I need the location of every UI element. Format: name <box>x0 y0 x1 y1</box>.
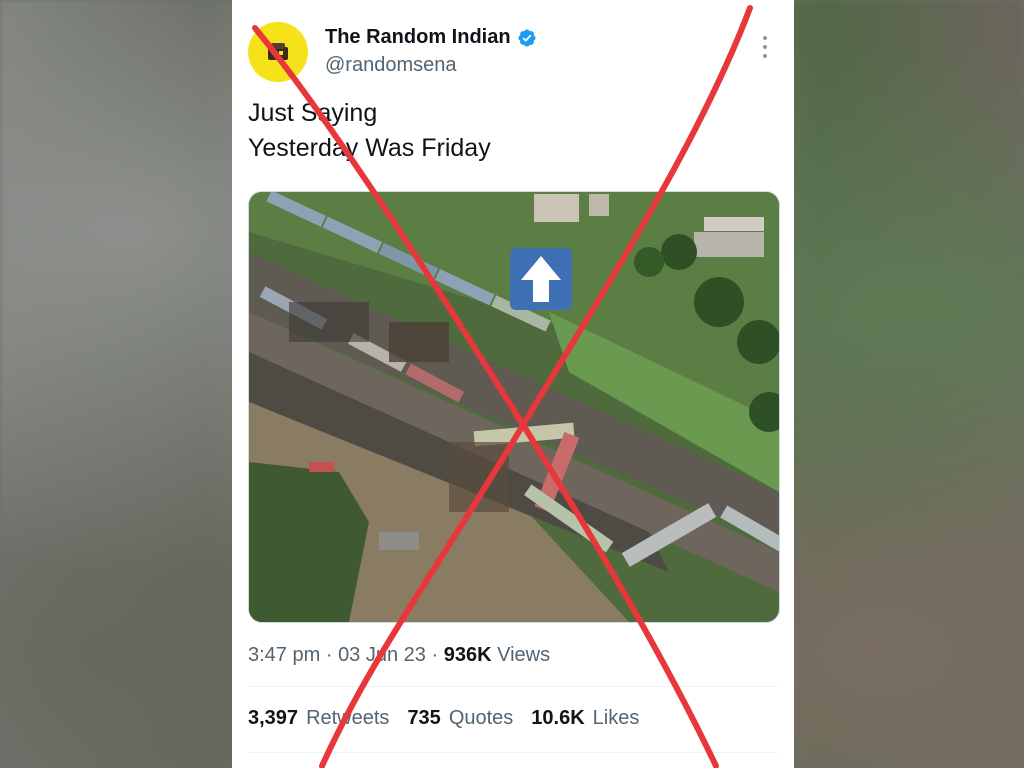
engagement-stats: 3,397 Retweets 735 Quotes 10.6K Likes <box>248 707 639 730</box>
avatar[interactable] <box>248 22 308 82</box>
divider <box>248 752 778 753</box>
quotes-stat[interactable]: 735 Quotes <box>407 707 513 730</box>
quotes-count: 735 <box>407 707 441 729</box>
tweet-media-photo[interactable] <box>248 191 780 623</box>
tweet-time[interactable]: 3:47 pm <box>248 644 320 666</box>
likes-count: 10.6K <box>531 707 585 729</box>
retweets-label: Retweets <box>306 707 390 729</box>
tweet-text: Just Saying Yesterday Was Friday <box>248 96 768 166</box>
verified-badge-icon <box>518 28 536 47</box>
quotes-label: Quotes <box>448 707 514 729</box>
avatar-logo-icon <box>268 43 288 60</box>
likes-label: Likes <box>592 707 640 729</box>
display-name[interactable]: The Random Indian <box>325 26 511 49</box>
tweet-date[interactable]: 03 Jun 23 <box>338 644 426 666</box>
tweet-text-line-2: Yesterday Was Friday <box>248 134 491 162</box>
tweet-meta: 3:47 pm · 03 Jun 23 · 936K Views <box>248 644 550 667</box>
up-arrow-icon <box>510 248 572 310</box>
views-count: 936K <box>443 644 492 666</box>
aerial-train-crash-photo <box>249 192 779 622</box>
retweets-stat[interactable]: 3,397 Retweets <box>248 707 389 730</box>
views-label: Views <box>497 644 551 666</box>
display-name-row[interactable]: The Random Indian <box>325 26 537 49</box>
likes-stat[interactable]: 10.6K Likes <box>531 707 639 730</box>
more-options-icon[interactable] <box>755 36 775 58</box>
divider <box>248 686 778 687</box>
meta-separator-2: · <box>431 644 439 666</box>
user-handle[interactable]: @randomsena <box>325 54 456 77</box>
meta-separator-1: · <box>325 644 333 666</box>
tweet-text-line-1: Just Saying <box>248 99 378 127</box>
retweets-count: 3,397 <box>248 707 299 729</box>
